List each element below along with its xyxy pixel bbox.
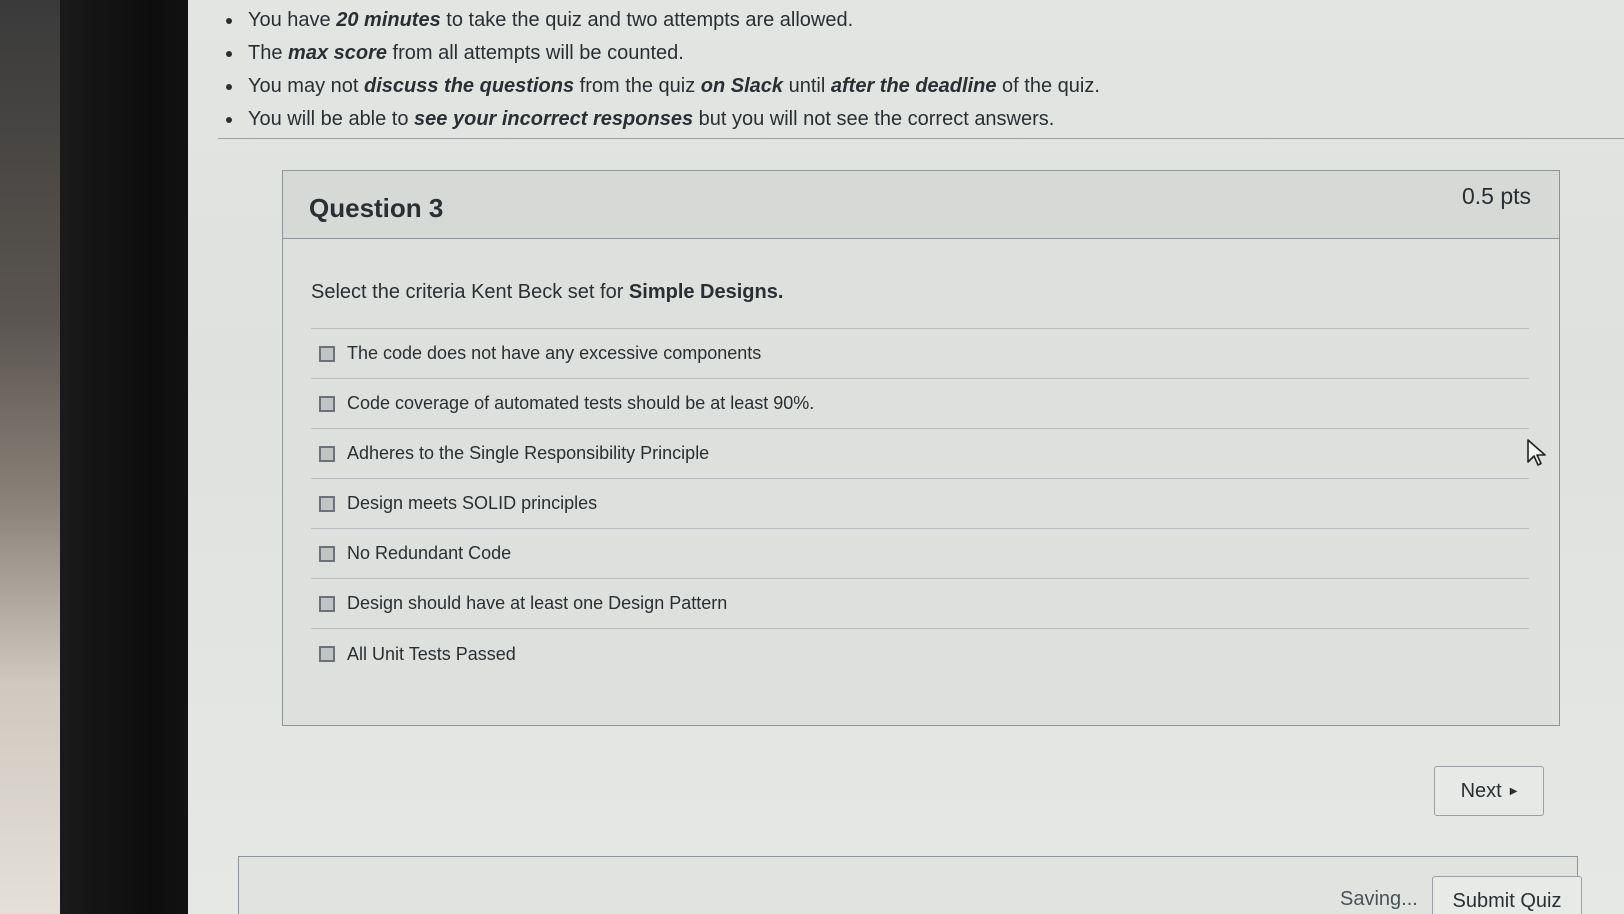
question-body: Select the criteria Kent Beck set for Si… [283, 239, 1559, 679]
answer-label[interactable]: All Unit Tests Passed [347, 644, 516, 665]
question-text-prefix: Select the criteria Kent Beck set for [311, 281, 629, 303]
answer-checkbox[interactable] [319, 445, 335, 462]
answer-label[interactable]: No Redundant Code [347, 543, 511, 564]
answer-label[interactable]: Design meets SOLID principles [347, 493, 597, 514]
instruction-item: You will be able to see your incorrect r… [218, 103, 1418, 136]
instruction-text: You may not [248, 75, 365, 97]
instruction-text: from the quiz [574, 75, 701, 97]
quiz-screen: You have 20 minutes to take the quiz and… [188, 0, 1624, 914]
instruction-emphasis: max score [288, 42, 387, 64]
answer-label[interactable]: Design should have at least one Design P… [347, 593, 727, 614]
instruction-text: from all attempts will be counted. [387, 42, 684, 64]
answer-option[interactable]: Design meets SOLID principles [311, 479, 1529, 529]
instruction-text: of the quiz. [996, 75, 1100, 97]
instruction-text: to take the quiz and two attempts are al… [440, 9, 854, 31]
instruction-text: You will be able to [248, 108, 415, 130]
question-title: Question 3 [309, 193, 444, 223]
next-button-label: Next [1460, 779, 1502, 802]
question-text-bold: Simple Designs. [628, 281, 784, 303]
triangle-right-icon: ▶ [1509, 785, 1518, 797]
answer-option[interactable]: Design should have at least one Design P… [311, 579, 1529, 629]
next-button[interactable]: Next ▶ [1434, 766, 1544, 816]
instruction-emphasis: on Slack [700, 75, 784, 97]
submit-quiz-button[interactable]: Submit Quiz [1432, 876, 1582, 914]
answer-checkbox[interactable] [319, 545, 335, 562]
instruction-emphasis: after the deadline [830, 75, 997, 97]
instruction-item: You have 20 minutes to take the quiz and… [218, 4, 1418, 37]
answer-label[interactable]: Adheres to the Single Responsibility Pri… [347, 443, 709, 464]
mouse-pointer-icon [1527, 439, 1546, 466]
instruction-text: but you will not see the correct answers… [693, 108, 1055, 130]
saving-status: Saving... [1340, 888, 1418, 910]
answer-option[interactable]: No Redundant Code [311, 529, 1529, 579]
instruction-item: The max score from all attempts will be … [218, 37, 1418, 70]
answer-option[interactable]: All Unit Tests Passed [311, 629, 1529, 679]
instruction-emphasis: 20 minutes [336, 9, 441, 31]
question-header: Question 3 0.5 pts [283, 171, 1559, 239]
instruction-text: The [248, 42, 289, 64]
question-points: 0.5 pts [1461, 183, 1531, 209]
answer-checkbox[interactable] [319, 345, 335, 362]
instruction-emphasis: discuss the questions [364, 75, 575, 97]
answer-checkbox[interactable] [319, 646, 335, 662]
answer-label[interactable]: The code does not have any excessive com… [347, 343, 761, 364]
instructions-divider [218, 138, 1624, 139]
instruction-text: You have [248, 9, 337, 31]
answer-checkbox[interactable] [319, 595, 335, 612]
answer-checkbox[interactable] [319, 495, 335, 512]
answer-option[interactable]: Code coverage of automated tests should … [311, 379, 1529, 429]
answer-checkbox[interactable] [319, 395, 335, 412]
answer-option[interactable]: Adheres to the Single Responsibility Pri… [311, 429, 1529, 479]
instruction-text: until [783, 75, 831, 97]
answer-option[interactable]: The code does not have any excessive com… [311, 329, 1529, 379]
instruction-emphasis: see your incorrect responses [414, 108, 694, 130]
answer-list: The code does not have any excessive com… [311, 328, 1529, 679]
question-card: Question 3 0.5 pts Select the criteria K… [282, 170, 1560, 726]
quiz-instructions: You have 20 minutes to take the quiz and… [218, 4, 1418, 136]
answer-label[interactable]: Code coverage of automated tests should … [347, 393, 814, 414]
instruction-item: You may not discuss the questions from t… [218, 70, 1418, 103]
question-text: Select the criteria Kent Beck set for Si… [311, 281, 1529, 304]
